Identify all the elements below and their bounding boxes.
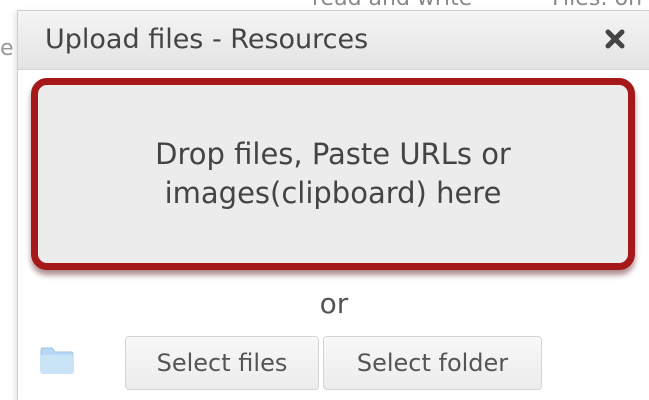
folder-icon	[40, 346, 74, 374]
background-text-fragment: e	[0, 36, 14, 61]
or-separator: or	[319, 287, 349, 320]
dialog-titlebar[interactable]: Upload files - Resources	[18, 11, 649, 70]
select-files-button[interactable]: Select files	[125, 336, 319, 390]
upload-dialog: Upload files - Resources Drop files, Pas…	[17, 10, 649, 400]
file-dropzone[interactable]: Drop files, Paste URLs or images(clipboa…	[31, 78, 635, 270]
dialog-body: Drop files, Paste URLs or images(clipboa…	[18, 70, 649, 400]
dropzone-instructions: Drop files, Paste URLs or images(clipboa…	[155, 137, 511, 210]
dialog-title: Upload files - Resources	[45, 24, 369, 55]
select-folder-button[interactable]: Select folder	[323, 336, 542, 390]
close-icon[interactable]	[602, 26, 628, 52]
